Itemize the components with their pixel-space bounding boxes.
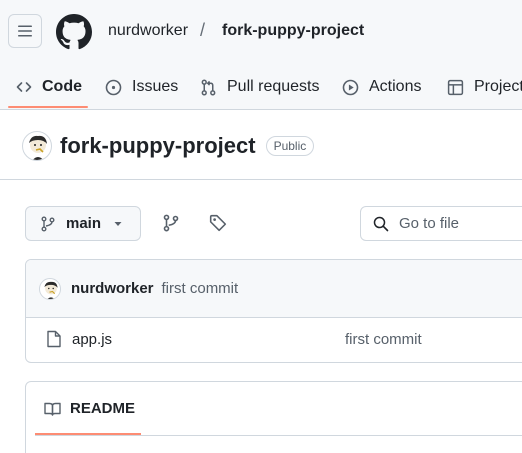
code-icon [16, 82, 32, 92]
repo-name[interactable]: fork-puppy-project [60, 133, 256, 159]
readme-divider [35, 435, 522, 436]
file-row[interactable]: app.js first commit [26, 318, 522, 362]
repo-nav: Code Issues Pull requests Actions Projec… [0, 64, 522, 110]
github-logo-icon[interactable] [56, 14, 92, 50]
repo-header: nurdworker / fork-puppy-project Code Iss… [0, 0, 522, 110]
file-commit-message-link[interactable]: first commit [345, 331, 422, 348]
git-branch-icon [41, 216, 55, 231]
chevron-down-icon [114, 221, 122, 226]
tag-icon[interactable] [209, 214, 227, 232]
file-icon [47, 330, 61, 348]
readme-tab-label: README [70, 400, 136, 417]
avatar-image-icon [29, 135, 47, 160]
go-to-file-field[interactable] [360, 206, 522, 241]
tab-issues[interactable]: Issues [105, 64, 178, 110]
tab-pull-requests[interactable]: Pull requests [200, 64, 320, 110]
commit-author-link[interactable]: nurdworker [71, 280, 154, 297]
readme-tab[interactable]: README [44, 400, 135, 417]
book-icon [44, 402, 61, 416]
readme-panel: README [25, 381, 522, 453]
tab-projects[interactable]: Projects [447, 64, 522, 110]
branch-name: main [66, 215, 102, 232]
tab-pull-requests-label: Pull requests [227, 78, 320, 95]
tab-issues-label: Issues [132, 78, 179, 95]
tab-code[interactable]: Code [16, 64, 82, 110]
hamburger-icon [18, 25, 32, 37]
visibility-badge: Public [265, 136, 315, 156]
latest-commit-row: nurdworker first commit [26, 260, 522, 318]
title-divider [0, 179, 522, 180]
owner-avatar[interactable] [22, 131, 52, 161]
tab-actions[interactable]: Actions [342, 64, 421, 110]
git-pull-request-icon [201, 79, 216, 95]
tab-projects-label: Projects [474, 78, 522, 95]
breadcrumb-separator: / [200, 20, 206, 40]
commit-author-avatar[interactable] [39, 277, 61, 300]
owner-link[interactable]: nurdworker [108, 22, 188, 40]
table-icon [447, 79, 464, 95]
commit-message-link[interactable]: first commit [162, 280, 239, 297]
file-browser: nurdworker first commit app.js first com… [25, 259, 522, 363]
readme-tab-indicator [35, 433, 141, 435]
tab-code-label: Code [42, 78, 82, 95]
repo-title: fork-puppy-project Public [22, 128, 315, 164]
menu-button[interactable] [8, 14, 42, 48]
active-tab-indicator [8, 106, 88, 108]
issue-opened-icon [105, 79, 122, 95]
search-icon [373, 216, 389, 231]
file-name-link[interactable]: app.js [72, 331, 112, 348]
branch-select-button[interactable]: main [25, 206, 141, 241]
repo-link[interactable]: fork-puppy-project [222, 22, 364, 40]
branches-icon[interactable] [162, 214, 180, 232]
tab-actions-label: Actions [369, 78, 422, 95]
avatar-image-icon [44, 281, 58, 299]
go-to-file-input[interactable] [399, 215, 522, 232]
play-icon [342, 79, 359, 95]
